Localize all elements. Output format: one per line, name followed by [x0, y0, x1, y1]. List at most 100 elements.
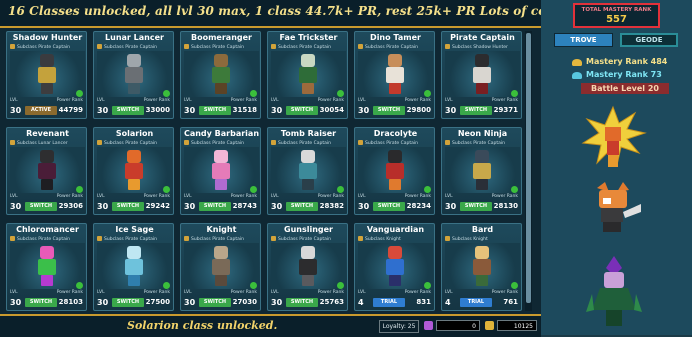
- class-card[interactable]: Neon Ninja Subclass Pirate Captain LVL Powe…: [441, 127, 522, 215]
- class-card[interactable]: Pirate Captain Subclass Shadow Hunter LVL P…: [441, 31, 522, 119]
- class-card[interactable]: Vanguardian Subclass Knight LVL Power Rank 4…: [354, 223, 435, 311]
- class-card[interactable]: Bard Subclass Knight LVL Power Rank 4 TRIAL 76…: [441, 223, 522, 311]
- class-card[interactable]: Lunar Lancer Subclass Pirate Captain LVL Po…: [93, 31, 174, 119]
- subclass-label: Subclass Knight: [445, 236, 488, 242]
- info-icon[interactable]: [163, 90, 170, 97]
- level-label: LVL: [358, 98, 366, 103]
- subclass-icon: [271, 140, 276, 145]
- switch-button[interactable]: SWITCH: [286, 106, 318, 115]
- power-rank-value: 30054: [319, 106, 344, 114]
- tab-geode[interactable]: GEODE: [620, 33, 678, 47]
- character-portrait: [295, 150, 321, 190]
- character-body: [125, 67, 143, 83]
- character-legs: [389, 275, 401, 286]
- switch-button[interactable]: TRIAL: [460, 298, 492, 307]
- switch-button[interactable]: SWITCH: [199, 202, 231, 211]
- info-icon[interactable]: [424, 90, 431, 97]
- switch-button[interactable]: SWITCH: [460, 202, 492, 211]
- power-rank-label: Power Rank: [230, 290, 257, 295]
- subclass-icon: [271, 44, 276, 49]
- character-portrait: [34, 150, 60, 190]
- power-rank-label: Power Rank: [56, 290, 83, 295]
- character-body: [299, 163, 317, 179]
- level-value: 30: [97, 202, 109, 211]
- currency-primary-value: 0: [436, 320, 480, 331]
- switch-button[interactable]: SWITCH: [373, 202, 405, 211]
- info-icon[interactable]: [511, 282, 518, 289]
- character-body: [473, 163, 491, 179]
- class-card[interactable]: Dracolyte Subclass Pirate Captain LVL Power…: [354, 127, 435, 215]
- class-name: Pirate Captain: [450, 33, 515, 42]
- tab-trove[interactable]: TROVE: [554, 33, 613, 47]
- switch-button[interactable]: ACTIVE: [25, 106, 57, 115]
- level-label: LVL: [184, 290, 192, 295]
- switch-button[interactable]: SWITCH: [25, 298, 57, 307]
- info-icon[interactable]: [163, 186, 170, 193]
- subclass-icon: [358, 140, 363, 145]
- info-icon[interactable]: [163, 282, 170, 289]
- info-icon[interactable]: [250, 186, 257, 193]
- info-icon[interactable]: [76, 90, 83, 97]
- switch-button[interactable]: SWITCH: [112, 298, 144, 307]
- subclass-name: Pirate Captain: [386, 141, 419, 146]
- scrollbar-thumb[interactable]: [526, 33, 531, 303]
- character-portrait: [121, 150, 147, 190]
- switch-button[interactable]: SWITCH: [373, 106, 405, 115]
- switch-button[interactable]: SWITCH: [460, 106, 492, 115]
- info-icon[interactable]: [511, 90, 518, 97]
- info-icon[interactable]: [337, 282, 344, 289]
- class-name: Tomb Raiser: [280, 129, 337, 138]
- class-card[interactable]: Shadow Hunter Subclass Pirate Captain LVL P…: [6, 31, 87, 119]
- switch-button[interactable]: SWITCH: [199, 106, 231, 115]
- character-head: [127, 54, 141, 67]
- info-icon[interactable]: [511, 186, 518, 193]
- switch-button[interactable]: SWITCH: [286, 202, 318, 211]
- info-icon[interactable]: [424, 282, 431, 289]
- switch-button[interactable]: SWITCH: [25, 202, 57, 211]
- character-body: [212, 259, 230, 275]
- character-legs: [215, 83, 227, 94]
- character-legs: [302, 179, 314, 190]
- class-card[interactable]: Candy Barbarian Subclass Pirate Captain LV…: [180, 127, 261, 215]
- class-card[interactable]: Gunslinger Subclass Pirate Captain LVL Powe…: [267, 223, 348, 311]
- class-card[interactable]: Chloromancer Subclass Pirate Captain LVL Po…: [6, 223, 87, 311]
- subclass-label: Subclass Pirate Captain: [445, 140, 505, 146]
- class-card[interactable]: Ice Sage Subclass Pirate Captain LVL Power …: [93, 223, 174, 311]
- class-grid-scrollbar[interactable]: [525, 31, 532, 311]
- switch-button[interactable]: SWITCH: [112, 106, 144, 115]
- info-icon[interactable]: [76, 282, 83, 289]
- info-icon[interactable]: [424, 186, 431, 193]
- switch-button[interactable]: SWITCH: [286, 298, 318, 307]
- info-icon[interactable]: [250, 90, 257, 97]
- switch-button[interactable]: SWITCH: [112, 202, 144, 211]
- info-icon[interactable]: [337, 186, 344, 193]
- class-card[interactable]: Boomeranger Subclass Pirate Captain LVL Pow…: [180, 31, 261, 119]
- class-card[interactable]: Fae Trickster Subclass Pirate Captain LVL P…: [267, 31, 348, 119]
- subclass-icon: [184, 236, 189, 241]
- subclass-icon: [10, 140, 15, 145]
- level-value: 30: [97, 298, 109, 307]
- power-rank-label: Power Rank: [143, 290, 170, 295]
- geode-mastery-icon: [572, 72, 582, 79]
- class-card[interactable]: Dino Tamer Subclass Pirate Captain LVL Powe…: [354, 31, 435, 119]
- power-rank-label: Power Rank: [404, 290, 431, 295]
- level-value: 4: [358, 298, 364, 307]
- total-mastery-label: TOTAL MASTERY RANK: [581, 7, 652, 13]
- level-value: 30: [97, 106, 109, 115]
- switch-button[interactable]: TRIAL: [373, 298, 405, 307]
- flux-icon: [485, 321, 494, 330]
- character-head: [301, 246, 315, 259]
- subclass-name: Pirate Captain: [38, 45, 71, 50]
- class-card[interactable]: Knight Subclass Pirate Captain LVL Power Ra…: [180, 223, 261, 311]
- info-icon[interactable]: [337, 90, 344, 97]
- level-label: LVL: [97, 98, 105, 103]
- power-rank-label: Power Rank: [230, 98, 257, 103]
- subclass-prefix: Subclass: [278, 237, 298, 242]
- info-icon[interactable]: [76, 186, 83, 193]
- class-card[interactable]: Tomb Raiser Subclass Pirate Captain LVL Pow…: [267, 127, 348, 215]
- level-label: LVL: [271, 98, 279, 103]
- info-icon[interactable]: [250, 282, 257, 289]
- class-card[interactable]: Revenant Subclass Lunar Lancer LVL Power Ra…: [6, 127, 87, 215]
- class-card[interactable]: Solarion Subclass Pirate Captain LVL Power …: [93, 127, 174, 215]
- switch-button[interactable]: SWITCH: [199, 298, 231, 307]
